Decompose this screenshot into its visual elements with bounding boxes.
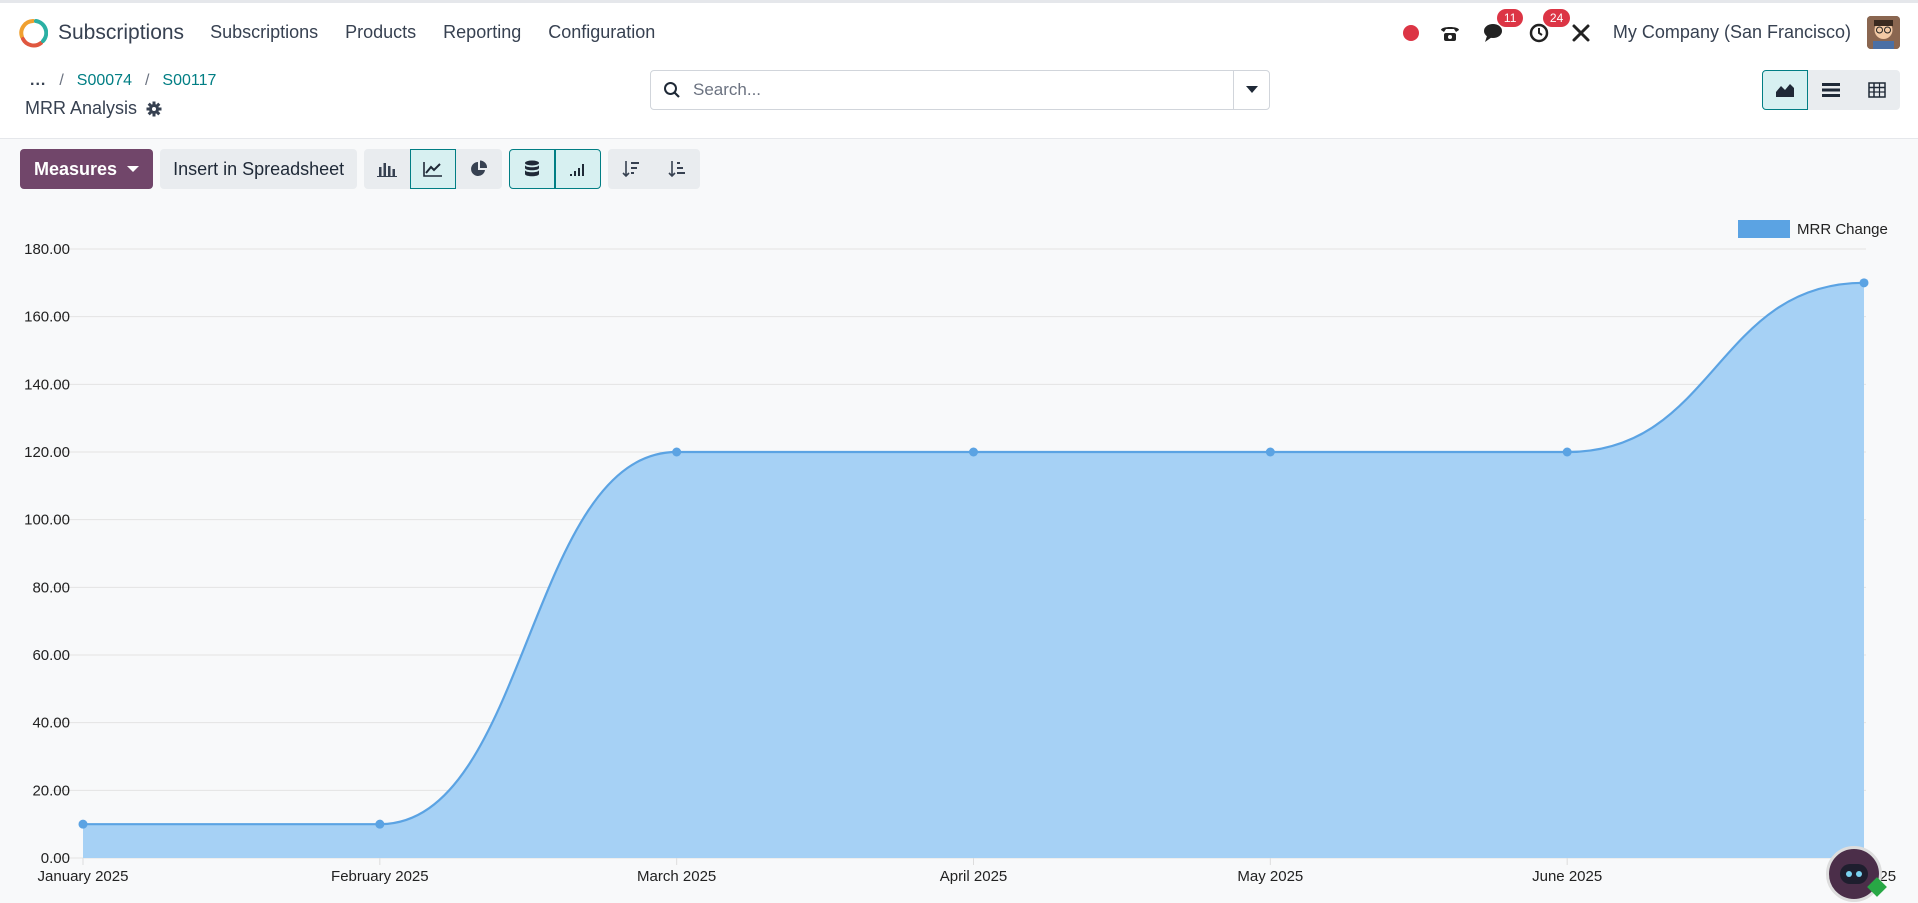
stack-options-group bbox=[509, 149, 602, 189]
series-area bbox=[83, 282, 1864, 858]
cumulative-button[interactable] bbox=[555, 149, 602, 189]
y-tick-label: 160.00 bbox=[24, 309, 70, 326]
page-title: MRR Analysis bbox=[25, 98, 138, 118]
graph-toolbar: Measures Insert in Spreadsheet bbox=[20, 149, 701, 189]
app-name: Subscriptions bbox=[58, 20, 185, 44]
chatbot-icon bbox=[1840, 864, 1868, 884]
gear-icon[interactable] bbox=[146, 101, 162, 117]
line-chart-button[interactable] bbox=[410, 149, 457, 189]
caret-down-icon bbox=[1245, 86, 1258, 93]
activities-clock-icon[interactable]: 24 bbox=[1529, 8, 1571, 43]
activities-badge: 24 bbox=[1542, 8, 1571, 27]
measures-label: Measures bbox=[34, 158, 118, 179]
y-tick-label: 0.00 bbox=[41, 850, 70, 867]
list-view-button[interactable] bbox=[1808, 70, 1854, 110]
area-chart-icon bbox=[1776, 84, 1794, 97]
pivot-view-button[interactable] bbox=[1854, 70, 1900, 110]
insert-spreadsheet-button[interactable]: Insert in Spreadsheet bbox=[160, 149, 358, 189]
search-options-toggle[interactable] bbox=[1233, 71, 1269, 109]
sort-descending-button[interactable] bbox=[608, 149, 655, 189]
data-point bbox=[672, 447, 682, 457]
database-stack-icon bbox=[525, 160, 540, 177]
x-tick-label: June 2025 bbox=[1532, 868, 1602, 885]
y-tick-label: 120.00 bbox=[24, 444, 70, 461]
brand[interactable]: Subscriptions bbox=[18, 18, 184, 48]
view-switcher bbox=[1762, 70, 1900, 110]
main-menu: Subscriptions Products Reporting Configu… bbox=[210, 22, 682, 43]
graph-view-button[interactable] bbox=[1762, 70, 1808, 110]
chart-type-group bbox=[364, 149, 503, 189]
measures-dropdown-button[interactable]: Measures bbox=[20, 149, 154, 189]
breadcrumb-item-s00117[interactable]: S00117 bbox=[162, 72, 216, 90]
caret-down-icon bbox=[127, 166, 140, 172]
y-tick-label: 140.00 bbox=[24, 376, 70, 393]
app-logo-icon bbox=[19, 18, 48, 47]
menu-item-configuration[interactable]: Configuration bbox=[548, 22, 655, 43]
sort-group bbox=[608, 149, 701, 189]
search-input[interactable] bbox=[693, 80, 1233, 100]
breadcrumb: ... / S00074 / S00117 bbox=[30, 72, 216, 90]
breadcrumb-item-s00074[interactable]: S00074 bbox=[77, 72, 132, 90]
pie-chart-button[interactable] bbox=[456, 149, 503, 189]
messages-badge: 11 bbox=[1496, 8, 1524, 27]
search-icon bbox=[664, 82, 680, 98]
search-bar bbox=[650, 70, 1270, 110]
y-tick-label: 180.00 bbox=[24, 241, 70, 258]
chart-canvas: 0.00 20.00 40.00 60.00 80.00 100.00 120.00 140.… bbox=[24, 220, 1896, 885]
sort-descending-icon bbox=[622, 161, 640, 178]
menu-item-reporting[interactable]: Reporting bbox=[443, 22, 521, 43]
signal-bars-icon bbox=[570, 164, 585, 176]
x-tick-label: April 2025 bbox=[940, 868, 1008, 885]
line-chart-icon bbox=[423, 162, 443, 177]
data-point bbox=[78, 819, 88, 829]
control-panel: ... / S00074 / S00117 MRR Analysis bbox=[0, 62, 1918, 139]
company-switcher[interactable]: My Company (San Francisco) bbox=[1613, 22, 1851, 43]
legend-label: MRR Change bbox=[1797, 221, 1888, 238]
sort-ascending-button[interactable] bbox=[654, 149, 701, 189]
list-icon bbox=[1822, 83, 1840, 97]
data-point bbox=[375, 819, 385, 829]
breadcrumb-more[interactable]: ... bbox=[30, 72, 46, 90]
y-tick-label: 80.00 bbox=[32, 579, 70, 596]
y-tick-label: 40.00 bbox=[32, 715, 70, 732]
navbar-systray: 11 24 My Company (San Francisco) bbox=[1402, 3, 1900, 62]
stacked-button[interactable] bbox=[509, 149, 556, 189]
breadcrumb-separator: / bbox=[59, 72, 64, 89]
menu-item-subscriptions[interactable]: Subscriptions bbox=[210, 22, 318, 43]
mrr-chart: 0.00 20.00 40.00 60.00 80.00 100.00 120.00 140.… bbox=[0, 205, 1918, 903]
y-tick-label: 60.00 bbox=[32, 647, 70, 664]
data-point bbox=[1859, 278, 1869, 288]
bar-chart-icon bbox=[377, 163, 398, 177]
page-title-row: MRR Analysis bbox=[25, 98, 162, 119]
phone-icon[interactable] bbox=[1439, 23, 1461, 43]
user-avatar[interactable] bbox=[1867, 16, 1900, 49]
legend-swatch bbox=[1738, 220, 1790, 238]
messages-icon[interactable]: 11 bbox=[1483, 8, 1524, 43]
debug-tools-icon[interactable] bbox=[1571, 23, 1591, 43]
x-tick-label: February 2025 bbox=[331, 868, 429, 885]
x-tick-label: January 2025 bbox=[38, 868, 129, 885]
data-point bbox=[1265, 447, 1275, 457]
table-icon bbox=[1868, 82, 1886, 98]
x-tick-label: May 2025 bbox=[1237, 868, 1303, 885]
menu-item-products[interactable]: Products bbox=[345, 22, 416, 43]
y-tick-label: 100.00 bbox=[24, 512, 70, 529]
sort-ascending-icon bbox=[668, 161, 686, 178]
data-point bbox=[969, 447, 978, 457]
pie-chart-icon bbox=[471, 160, 488, 176]
recording-indicator-icon[interactable] bbox=[1402, 24, 1419, 41]
breadcrumb-separator: / bbox=[144, 72, 150, 89]
y-tick-label: 20.00 bbox=[32, 782, 70, 799]
top-navbar: Subscriptions Subscriptions Products Rep… bbox=[0, 0, 1918, 62]
bar-chart-button[interactable] bbox=[364, 149, 411, 189]
data-point bbox=[1562, 447, 1572, 457]
x-tick-label: March 2025 bbox=[637, 868, 716, 885]
